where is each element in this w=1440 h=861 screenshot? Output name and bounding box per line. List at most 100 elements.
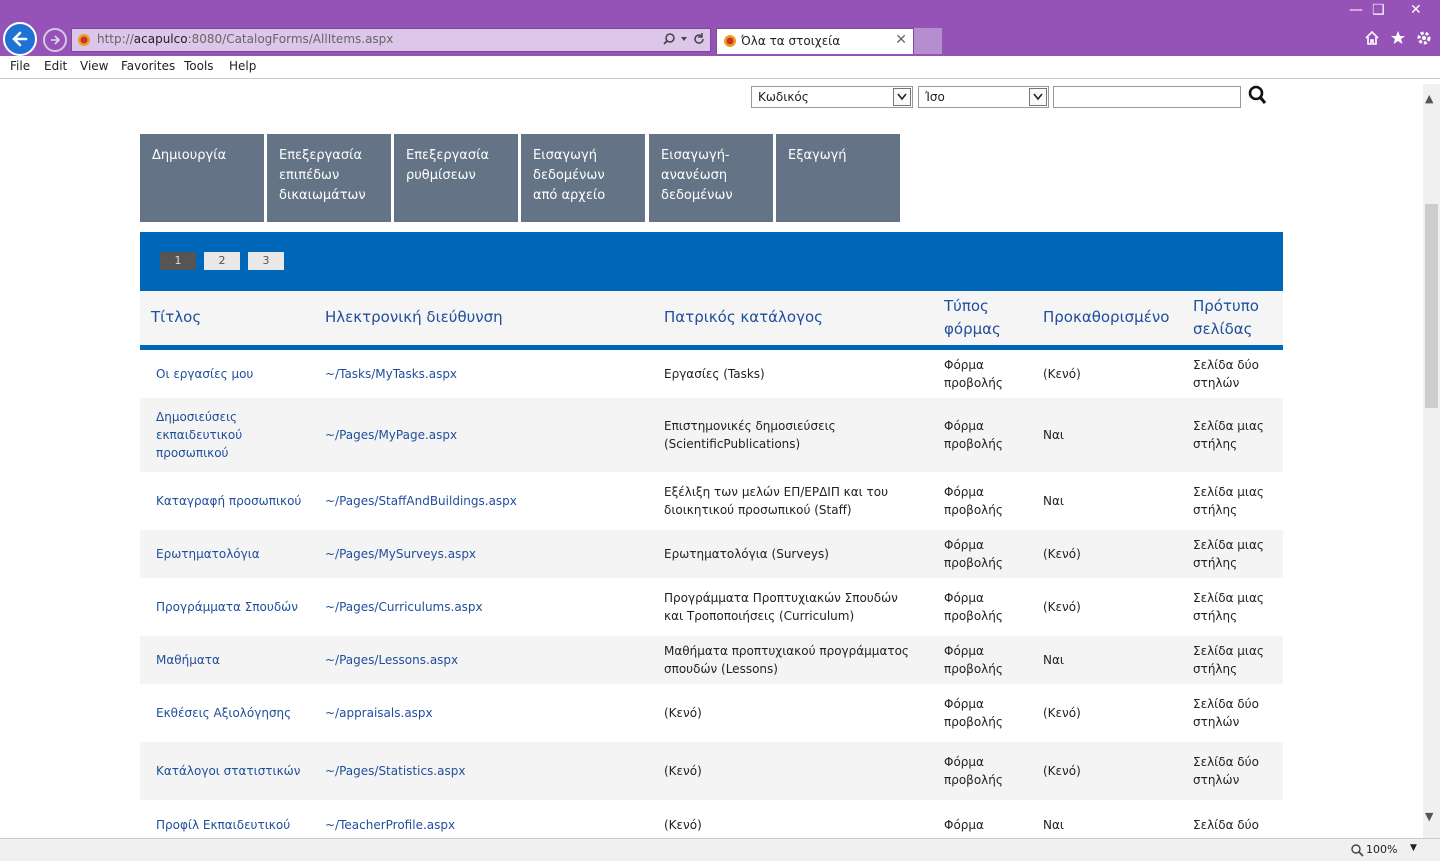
row-form-type: Φόρμα xyxy=(944,818,984,832)
row-url-link[interactable]: ~/Pages/MyPage.aspx xyxy=(325,426,655,444)
chevron-down-icon xyxy=(1029,88,1047,106)
status-bar: 100% ▼ xyxy=(0,838,1440,861)
row-url-link[interactable]: ~/Tasks/MyTasks.aspx xyxy=(325,365,655,383)
address-url[interactable]: http://acapulco:8080/CatalogForms/AllIte… xyxy=(97,32,393,46)
dropdown-icon[interactable] xyxy=(680,35,688,43)
zoom-level[interactable]: 100% xyxy=(1366,843,1397,856)
home-icon[interactable] xyxy=(1364,30,1380,46)
col-header-url[interactable]: Ηλεκτρονική διεύθυνση xyxy=(325,306,503,329)
col-header-default[interactable]: Προκαθορισμένο xyxy=(1043,306,1169,329)
edit-settings-button[interactable]: Επεξεργασία ρυθμίσεων xyxy=(394,134,518,222)
restore-icon[interactable]: ❑ xyxy=(1372,2,1385,18)
row-url-link[interactable]: ~/Pages/MySurveys.aspx xyxy=(325,545,655,563)
zoom-dropdown-icon[interactable]: ▼ xyxy=(1410,843,1417,853)
menu-tools[interactable]: Tools xyxy=(184,59,214,73)
row-url-link[interactable]: ~/Pages/StaffAndBuildings.aspx xyxy=(325,492,655,510)
menu-edit[interactable]: Edit xyxy=(44,59,67,73)
menu-bar: File Edit View Favorites Tools Help xyxy=(0,56,1440,79)
create-button[interactable]: Δημιουργία xyxy=(140,134,264,222)
row-url-link[interactable]: ~/Pages/Curriculums.aspx xyxy=(325,598,655,616)
tab-all-items[interactable]: Όλα τα στοιχεία ✕ xyxy=(716,28,914,54)
row-form-type: Φόρμα προβολής xyxy=(944,644,1003,676)
grid-header: Τίτλος Ηλεκτρονική διεύθυνση Πατρικός κα… xyxy=(140,291,1283,350)
menu-help[interactable]: Help xyxy=(229,59,256,73)
row-parent-catalog: Μαθήματα προπτυχιακού προγράμματος σπουδ… xyxy=(664,644,909,676)
row-page-template: Σελίδα δύο στηλών xyxy=(1193,755,1259,787)
tab-favicon-icon xyxy=(724,35,736,47)
arrow-left-icon xyxy=(12,31,28,47)
row-page-template: Σελίδα μιας στήλης xyxy=(1193,485,1264,517)
row-title-link[interactable]: Ερωτηματολόγια xyxy=(156,545,306,563)
vertical-scrollbar[interactable]: ▲ ▼ xyxy=(1423,84,1440,838)
row-form-type: Φόρμα προβολής xyxy=(944,419,1003,451)
row-default: Ναι xyxy=(1043,494,1064,508)
search-icon[interactable] xyxy=(1247,85,1267,107)
row-form-type: Φόρμα προβολής xyxy=(944,538,1003,570)
scroll-thumb[interactable] xyxy=(1425,204,1438,408)
favorites-star-icon[interactable] xyxy=(1390,30,1406,46)
export-button[interactable]: Εξαγωγή xyxy=(776,134,900,222)
new-tab-button[interactable] xyxy=(914,28,942,54)
arrow-right-icon xyxy=(51,35,61,45)
page-3-button[interactable]: 3 xyxy=(248,252,284,270)
menu-favorites[interactable]: Favorites xyxy=(121,59,175,73)
row-title-link[interactable]: Προγράμματα Σπουδών xyxy=(156,598,306,616)
tab-close-icon[interactable]: ✕ xyxy=(895,32,907,48)
scroll-down-icon[interactable]: ▼ xyxy=(1425,810,1433,823)
row-url-link[interactable]: ~/Pages/Statistics.aspx xyxy=(325,762,655,780)
col-header-form-type[interactable]: Τύπος φόρμας xyxy=(944,295,1024,341)
refresh-icon[interactable] xyxy=(692,32,706,46)
row-page-template: Σελίδα δύο στηλών xyxy=(1193,697,1259,729)
row-url-link[interactable]: ~/TeacherProfile.aspx xyxy=(325,816,655,834)
page-1-button[interactable]: 1 xyxy=(160,252,196,270)
grid-body: Οι εργασίες μου ~/Tasks/MyTasks.aspx Εργασ… xyxy=(140,350,1283,850)
col-header-parent-catalog[interactable]: Πατρικός κατάλογος xyxy=(664,306,823,329)
row-url-link[interactable]: ~/Pages/Lessons.aspx xyxy=(325,651,655,669)
scroll-up-icon[interactable]: ▲ xyxy=(1425,92,1433,105)
close-window-icon[interactable]: ✕ xyxy=(1410,2,1422,18)
site-favicon-icon xyxy=(78,34,90,46)
back-button[interactable] xyxy=(3,22,37,56)
row-parent-catalog: (Κενό) xyxy=(664,818,702,832)
chevron-down-icon xyxy=(893,88,911,106)
row-parent-catalog: Προγράμματα Προπτυχιακών Σπουδών και Τρο… xyxy=(664,591,898,623)
filter-field-select[interactable]: Κωδικός xyxy=(751,86,913,108)
row-parent-catalog: (Κενό) xyxy=(664,764,702,778)
table-row: Καταγραφή προσωπικού ~/Pages/StaffAndBuil… xyxy=(140,472,1283,530)
row-title-link[interactable]: Καταγραφή προσωπικού xyxy=(156,492,306,510)
row-title-link[interactable]: Δημοσιεύσεις εκπαιδευτικού προσωπικού xyxy=(156,408,306,462)
filter-field-value: Κωδικός xyxy=(758,90,809,104)
address-bar[interactable]: http://acapulco:8080/CatalogForms/AllIte… xyxy=(71,28,711,52)
row-url-link[interactable]: ~/appraisals.aspx xyxy=(325,704,655,722)
page-2-button[interactable]: 2 xyxy=(204,252,240,270)
row-title-link[interactable]: Οι εργασίες μου xyxy=(156,365,306,383)
forward-button[interactable] xyxy=(43,28,67,52)
row-default: (Κενό) xyxy=(1043,367,1081,381)
row-form-type: Φόρμα προβολής xyxy=(944,485,1003,517)
import-refresh-button[interactable]: Εισαγωγή-ανανέωση δεδομένων xyxy=(649,134,773,222)
menu-file[interactable]: File xyxy=(10,59,30,73)
edit-permissions-button[interactable]: Επεξεργασία επιπέδων δικαιωμάτων xyxy=(267,134,391,222)
row-parent-catalog: Ερωτηματολόγια (Surveys) xyxy=(664,547,829,561)
row-default: (Κενό) xyxy=(1043,706,1081,720)
row-title-link[interactable]: Κατάλογοι στατιστικών xyxy=(156,762,306,780)
menu-view[interactable]: View xyxy=(80,59,108,73)
row-page-template: Σελίδα μιας στήλης xyxy=(1193,538,1264,570)
col-header-title[interactable]: Τίτλος xyxy=(151,306,201,329)
row-default: Ναι xyxy=(1043,428,1064,442)
catalog-grid: 1 2 3 Τίτλος Ηλεκτρονική διεύθυνση Πατρι… xyxy=(140,232,1283,850)
row-form-type: Φόρμα προβολής xyxy=(944,697,1003,729)
gear-icon[interactable] xyxy=(1416,30,1432,46)
search-icon[interactable] xyxy=(662,32,676,46)
browser-titlebar: — ❑ ✕ http://acapulco:8080/CatalogForms/… xyxy=(0,0,1440,56)
row-title-link[interactable]: Προφίλ Εκπαιδευτικού xyxy=(156,816,306,834)
col-header-page-template[interactable]: Πρότυπο σελίδας xyxy=(1193,295,1273,341)
row-parent-catalog: Εργασίες (Tasks) xyxy=(664,367,765,381)
row-default: Ναι xyxy=(1043,653,1064,667)
filter-operator-select[interactable]: Ίσο xyxy=(918,86,1049,108)
filter-value-input[interactable] xyxy=(1053,86,1241,108)
row-title-link[interactable]: Μαθήματα xyxy=(156,651,306,669)
row-title-link[interactable]: Εκθέσεις Αξιολόγησης xyxy=(156,704,306,722)
minimize-icon[interactable]: — xyxy=(1349,2,1363,18)
import-file-button[interactable]: Εισαγωγή δεδομένων από αρχείο xyxy=(521,134,645,222)
